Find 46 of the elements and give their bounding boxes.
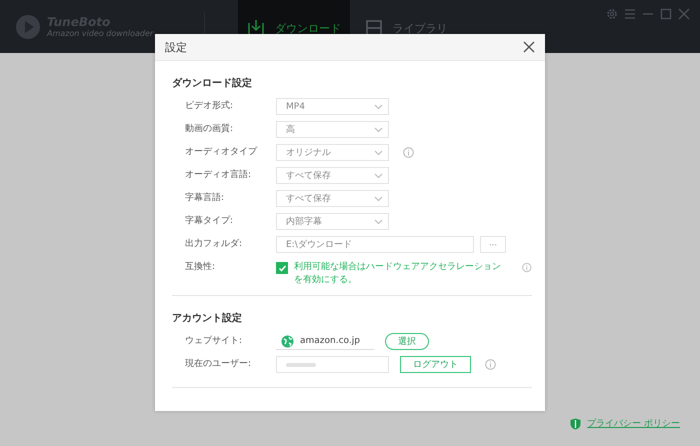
chevron-down-icon <box>374 150 383 156</box>
logout-button[interactable]: ログアウト <box>400 356 471 373</box>
select-button[interactable]: 選択 <box>385 333 429 350</box>
field-label: オーディオ言語: <box>185 168 252 182</box>
folder-field[interactable]: E:\ダウンロード <box>276 236 474 253</box>
dropdown[interactable]: すべて保存 <box>276 167 389 184</box>
play-logo-icon <box>15 14 41 40</box>
dropdown[interactable]: オリジナル <box>276 144 389 161</box>
privacy-policy-link[interactable]: プライバシー ポリシー <box>570 417 680 430</box>
info-icon[interactable] <box>522 262 532 273</box>
chevron-down-icon <box>374 218 383 224</box>
field-label: 現在のユーザー: <box>185 358 252 371</box>
info-icon[interactable] <box>485 359 496 370</box>
menu-icon[interactable] <box>624 8 636 20</box>
chevron-down-icon <box>374 196 383 202</box>
field-label: 互換性: <box>185 260 216 274</box>
field-label: ビデオ形式: <box>185 100 234 113</box>
field-label: オーディオタイプ <box>185 145 258 159</box>
close-icon[interactable] <box>523 41 535 53</box>
field-label: 字幕言語: <box>185 192 226 205</box>
checkbox-label: 利用可能な場合はハードウェアアクセラレーションを有効にする。 <box>294 261 502 287</box>
dialog-title: 設定 <box>165 40 187 54</box>
checkbox[interactable] <box>276 262 288 274</box>
info-icon[interactable] <box>403 147 414 158</box>
field-label: 字幕タイプ: <box>185 214 234 228</box>
dropdown[interactable]: すべて保存 <box>276 190 389 207</box>
globe-icon <box>281 334 294 348</box>
website-field[interactable]: amazon.co.jp <box>276 333 374 350</box>
settings-icon[interactable] <box>606 8 618 20</box>
maximize-icon[interactable] <box>660 8 672 20</box>
shield-icon <box>570 418 582 430</box>
dropdown[interactable]: 内部字幕 <box>276 213 389 230</box>
blurred-text-icon <box>286 362 316 368</box>
dropdown[interactable]: 高 <box>276 121 389 138</box>
app-subtitle: Amazon video downloader <box>47 29 154 38</box>
field-label: 動画の画質: <box>185 122 234 136</box>
field-label: ウェブサイト: <box>185 334 244 348</box>
section-heading: ダウンロード設定 <box>172 76 252 90</box>
user-field[interactable] <box>276 356 389 373</box>
chevron-down-icon <box>374 104 383 110</box>
section-heading: アカウント設定 <box>172 311 242 325</box>
dropdown[interactable]: MP4 <box>276 98 389 115</box>
chevron-down-icon <box>374 126 383 132</box>
field-label: 出力フォルダ: <box>185 238 244 251</box>
chevron-down-icon <box>374 172 383 178</box>
browse-button[interactable]: ··· <box>480 236 506 253</box>
